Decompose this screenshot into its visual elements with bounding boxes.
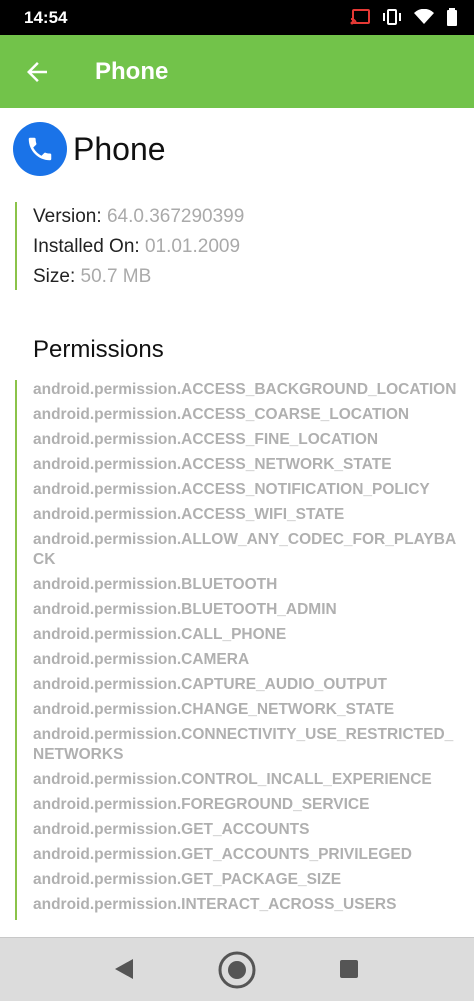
permission-item: android.permission.ACCESS_NOTIFICATION_P…	[33, 481, 430, 498]
permission-item: android.permission.ACCESS_WIFI_STATE	[33, 506, 345, 523]
permission-item: android.permission.INTERACT_ACROSS_USERS	[33, 896, 397, 913]
size-row: Size: 50.7 MB	[33, 262, 244, 292]
version-row: Version: 64.0.367290399	[33, 202, 244, 232]
permission-item: android.permission.FOREGROUND_SERVICE	[33, 796, 370, 813]
permission-item: android.permission.CONTROL_INCALL_EXPERI…	[33, 771, 432, 788]
status-time: 14:54	[24, 8, 68, 27]
phone-app-icon	[13, 122, 67, 176]
permission-item: android.permission.CALL_PHONE	[33, 626, 287, 643]
permission-item: android.permission.CHANGE_NETWORK_STATE	[33, 701, 395, 718]
battery-icon	[447, 8, 457, 26]
permission-item: android.permission.GET_ACCOUNTS	[33, 821, 310, 838]
app-bar-title: Phone	[95, 58, 169, 85]
status-icons	[350, 8, 458, 26]
permission-item: android.permission.ALLOW_ANY_CODEC_FOR_P…	[33, 531, 457, 568]
permission-item: android.permission.CAPTURE_AUDIO_OUTPUT	[33, 676, 387, 693]
app-info-section: Version: 64.0.367290399 Installed On: 01…	[15, 202, 244, 290]
app-bar: Phone	[0, 35, 474, 108]
permissions-list[interactable]: android.permission.ACCESS_BACKGROUND_LOC…	[15, 380, 469, 920]
nav-recents-icon[interactable]	[339, 959, 359, 979]
permission-item: android.permission.ACCESS_COARSE_LOCATIO…	[33, 406, 410, 423]
size-value: 50.7 MB	[80, 266, 152, 287]
cast-icon	[350, 9, 370, 25]
nav-home-icon[interactable]	[217, 950, 257, 990]
permission-item: android.permission.CONNECTIVITY_USE_REST…	[33, 726, 454, 763]
status-bar: 14:54	[0, 0, 474, 35]
permission-item: android.permission.ACCESS_FINE_LOCATION	[33, 431, 379, 448]
permission-item: android.permission.BLUETOOTH	[33, 576, 278, 593]
permission-item: android.permission.ACCESS_NETWORK_STATE	[33, 456, 392, 473]
version-value: 64.0.367290399	[106, 206, 245, 227]
back-arrow-icon[interactable]	[22, 57, 52, 87]
system-nav-bar	[0, 937, 474, 1001]
installed-value: 01.01.2009	[144, 236, 241, 257]
vibrate-icon	[383, 9, 401, 25]
size-label: Size:	[33, 266, 76, 287]
app-name: Phone	[73, 130, 166, 167]
phone-handset-icon	[28, 137, 52, 161]
nav-back-icon[interactable]	[113, 957, 135, 981]
permission-item: android.permission.GET_PACKAGE_SIZE	[33, 871, 342, 888]
installed-row: Installed On: 01.01.2009	[33, 232, 244, 262]
app-header: Phone	[13, 122, 166, 176]
permissions-heading: Permissions	[33, 336, 164, 363]
installed-label: Installed On:	[33, 236, 140, 257]
permission-item: android.permission.GET_ACCOUNTS_PRIVILEG…	[33, 846, 412, 863]
wifi-icon	[414, 9, 434, 24]
permission-item: android.permission.CAMERA	[33, 651, 250, 668]
permission-item: android.permission.BLUETOOTH_ADMIN	[33, 601, 337, 618]
version-label: Version:	[33, 206, 102, 227]
permission-item: android.permission.ACCESS_BACKGROUND_LOC…	[33, 381, 457, 398]
